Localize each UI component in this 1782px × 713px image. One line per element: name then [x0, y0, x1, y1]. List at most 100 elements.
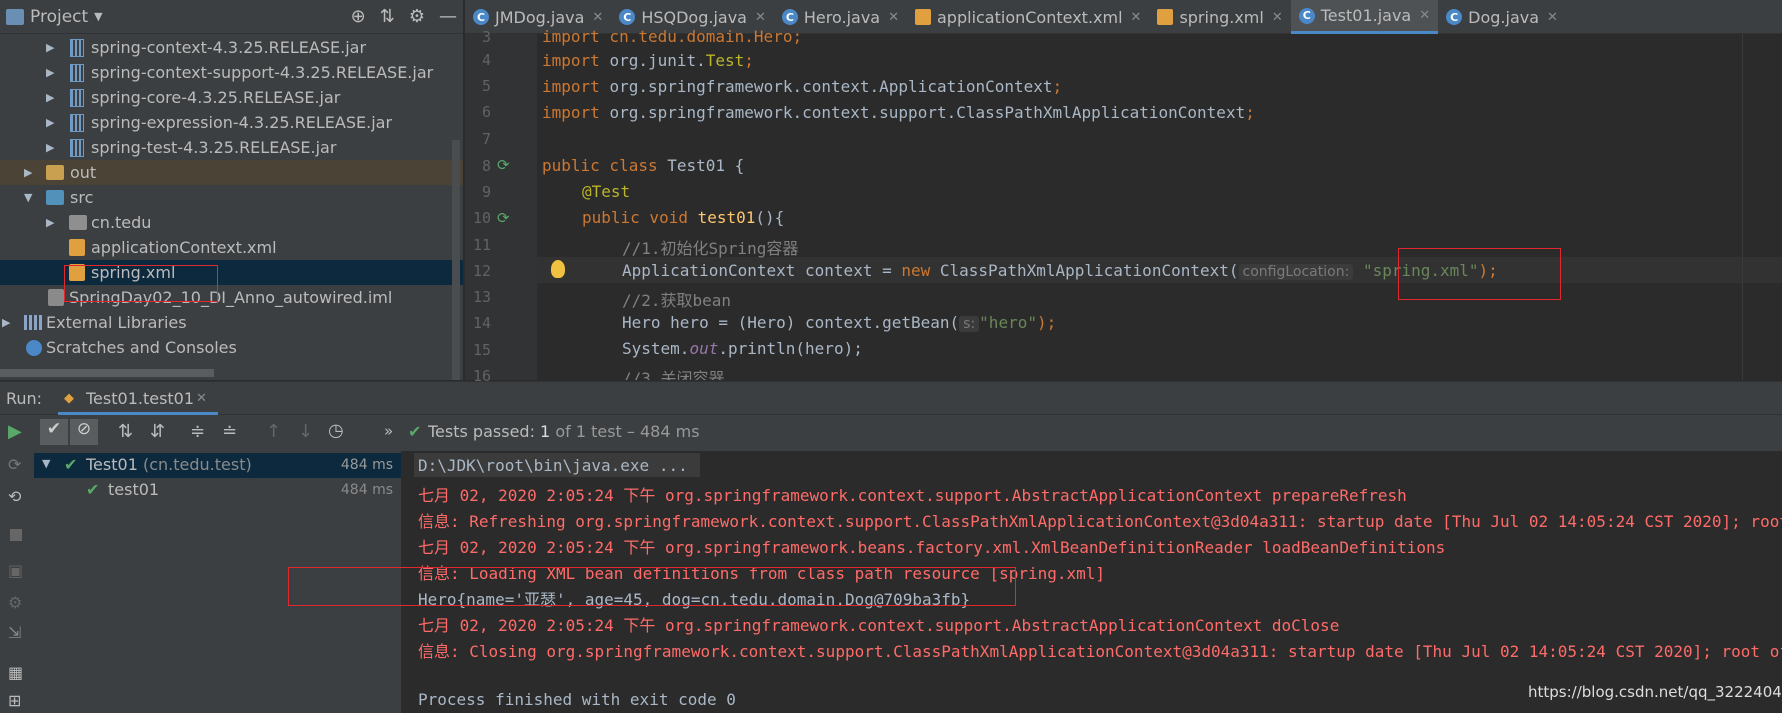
- tree-item-external-libraries[interactable]: ▶ External Libraries: [0, 310, 463, 335]
- tab-applicationcontext-xml[interactable]: applicationContext.xml ✕: [907, 0, 1149, 34]
- tree-item-jar[interactable]: ▶ spring-expression-4.3.25.RELEASE.jar: [0, 110, 463, 135]
- xml-file-icon: [915, 9, 931, 25]
- code-line-5: import org.springframework.context.Appli…: [542, 77, 1063, 96]
- sort-duration-icon[interactable]: ⇵: [150, 421, 165, 442]
- package-icon: [69, 215, 87, 230]
- code-line-15: System.out.println(hero);: [622, 339, 863, 358]
- minimize-icon[interactable]: —: [439, 6, 457, 27]
- highlight-box: [1398, 248, 1561, 300]
- close-icon[interactable]: ✕: [592, 10, 603, 25]
- parameter-hint: s:: [959, 316, 980, 332]
- run-panel-header: Run: ◆ Test01.test01 ✕: [0, 381, 1782, 415]
- settings-icon[interactable]: ⚙: [8, 593, 22, 612]
- run-label: Run:: [6, 389, 43, 408]
- history-icon[interactable]: ◷: [328, 420, 344, 441]
- close-icon[interactable]: ✕: [1547, 10, 1558, 25]
- run-tab[interactable]: Test01.test01: [86, 389, 194, 408]
- tab-dog[interactable]: C Dog.java ✕: [1438, 0, 1566, 34]
- up-arrow-icon[interactable]: ↑: [266, 421, 281, 442]
- jar-icon: [70, 88, 84, 107]
- tree-item-jar[interactable]: ▶ spring-test-4.3.25.RELEASE.jar: [0, 135, 463, 160]
- code-line-6: import org.springframework.context.suppo…: [542, 103, 1255, 122]
- tree-item-file[interactable]: applicationContext.xml: [0, 235, 463, 260]
- export-icon[interactable]: ⇲: [8, 623, 21, 642]
- passed-icon: ✔: [86, 480, 100, 499]
- run-gutter-icon[interactable]: ⟳: [497, 209, 510, 227]
- editor-right-margin: [1742, 34, 1743, 380]
- test-status: Tests passed: 1 of 1 test – 484 ms: [428, 422, 700, 441]
- module-file-icon: [48, 289, 64, 306]
- class-icon: C: [1298, 7, 1315, 24]
- collapse-all-icon[interactable]: ≐: [222, 421, 237, 442]
- code-line-16: //3.关闭容器: [622, 369, 725, 380]
- code-line-11: //1.初始化Spring容器: [622, 239, 799, 258]
- down-arrow-icon[interactable]: ↓: [298, 421, 313, 442]
- scratches-icon: [26, 339, 42, 356]
- tree-item-out[interactable]: ▶ out: [0, 160, 463, 185]
- collapse-icon[interactable]: ⇅: [380, 6, 395, 27]
- pin-tab-icon[interactable]: ⊞: [8, 691, 21, 710]
- close-icon[interactable]: ✕: [196, 391, 207, 406]
- tree-item-jar[interactable]: ▶ spring-context-support-4.3.25.RELEASE.j…: [0, 60, 463, 85]
- class-icon: C: [781, 9, 798, 25]
- tree-item-jar[interactable]: ▶ spring-core-4.3.25.RELEASE.jar: [0, 85, 463, 110]
- project-panel-title[interactable]: Project: [30, 7, 88, 27]
- close-icon[interactable]: ✕: [755, 10, 766, 25]
- project-view-icon[interactable]: [6, 8, 24, 25]
- xml-file-icon: [1157, 9, 1174, 25]
- folder-icon: [46, 165, 64, 180]
- tree-item-scratches[interactable]: Scratches and Consoles: [0, 335, 463, 360]
- highlight-box: [64, 265, 218, 302]
- restart-icon[interactable]: ⟲: [8, 487, 21, 506]
- code-line-14: Hero hero = (Hero) context.getBean(s: "he…: [622, 313, 1057, 332]
- run-config-icon: ◆: [64, 391, 74, 406]
- code-line-4: import org.junit.Test;: [542, 51, 754, 70]
- code-line-9: @Test: [582, 182, 631, 201]
- sort-alpha-icon[interactable]: ⇅: [118, 421, 133, 442]
- library-icon: [24, 315, 42, 330]
- lightbulb-icon[interactable]: [551, 260, 565, 278]
- check-icon: ✔: [408, 422, 422, 441]
- stop-icon[interactable]: [10, 529, 22, 541]
- jar-icon: [70, 138, 84, 157]
- test-case-row[interactable]: ✔ test01 484 ms: [34, 478, 401, 503]
- console-line: 七月 02, 2020 2:05:24 下午 org.springframewo…: [418, 486, 1407, 505]
- tab-spring-xml[interactable]: spring.xml ✕: [1149, 0, 1290, 34]
- class-icon: C: [1446, 9, 1463, 25]
- jar-icon: [70, 38, 84, 57]
- tree-item-jar[interactable]: ▶ spring-context-4.3.25.RELEASE.jar: [0, 35, 463, 60]
- tree-item-package[interactable]: ▶ cn.tedu: [0, 210, 463, 235]
- close-icon[interactable]: ✕: [888, 10, 899, 25]
- close-icon[interactable]: ✕: [1272, 10, 1283, 25]
- parameter-hint: configLocation:: [1238, 264, 1354, 280]
- camera-icon[interactable]: ▣: [8, 561, 23, 580]
- expand-all-icon[interactable]: ≑: [190, 421, 205, 442]
- code-line-10: public void test01(){: [582, 208, 785, 227]
- run-gutter-icon[interactable]: ⟳: [497, 156, 510, 174]
- tab-test01[interactable]: C Test01.java ✕: [1290, 0, 1439, 34]
- close-icon[interactable]: ✕: [1419, 8, 1430, 23]
- console-line: D:\JDK\root\bin\java.exe ...: [418, 456, 688, 475]
- run-side-toolbar: ⟳ ⟲ ▣ ⚙ ⇲ ▦ ⊞: [0, 451, 34, 713]
- chevron-down-icon[interactable]: ▼: [94, 10, 102, 23]
- console-line: 七月 02, 2020 2:05:24 下午 org.springframewo…: [418, 616, 1340, 635]
- code-line-8: public class Test01 {: [542, 156, 745, 175]
- console-line: 信息: Closing org.springframework.context.…: [418, 642, 1782, 661]
- show-ignored-icon[interactable]: ⊘: [70, 419, 98, 445]
- pin-icon[interactable]: ⟳: [8, 455, 21, 474]
- jar-icon: [70, 113, 84, 132]
- layout-icon[interactable]: ▦: [8, 663, 23, 682]
- rerun-icon[interactable]: ▶: [8, 421, 22, 442]
- passed-icon: ✔: [64, 455, 78, 474]
- show-passed-icon[interactable]: ✔: [40, 419, 68, 445]
- close-icon[interactable]: ✕: [1131, 10, 1142, 25]
- horizontal-scrollbar[interactable]: [0, 369, 214, 377]
- gear-icon[interactable]: ⚙: [409, 6, 425, 27]
- locate-icon[interactable]: ⊕: [351, 6, 366, 27]
- test-suite-row[interactable]: ▼ ✔ Test01 (cn.tedu.test) 484 ms: [34, 453, 401, 478]
- watermark: https://blog.csdn.net/qq_32224047: [1528, 683, 1782, 701]
- more-icon[interactable]: »: [384, 422, 393, 440]
- source-folder-icon: [46, 190, 64, 205]
- tree-item-src[interactable]: ▼ src: [0, 185, 463, 210]
- console-line: Process finished with exit code 0: [418, 690, 736, 709]
